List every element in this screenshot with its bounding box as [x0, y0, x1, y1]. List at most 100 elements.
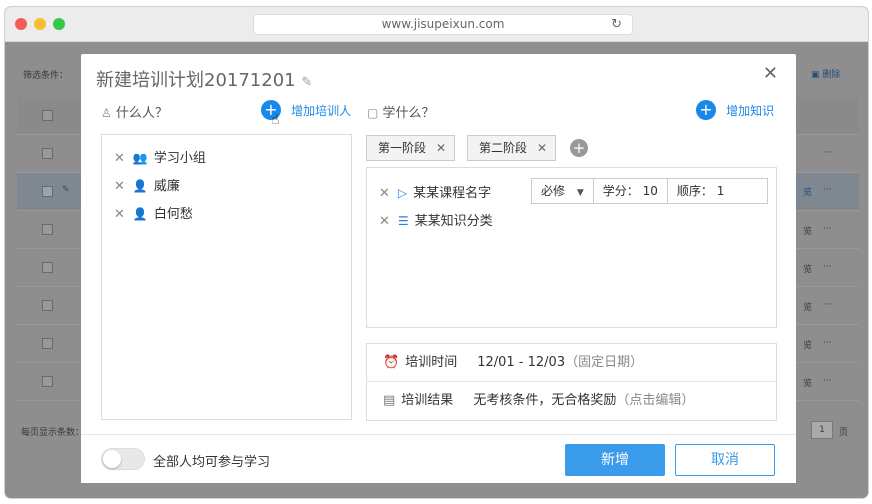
delete-label: 删除 — [822, 70, 841, 80]
delete-link[interactable]: ▣ 删除 — [811, 67, 840, 80]
what-heading-text: 学什么？ — [382, 106, 435, 121]
user-icon: 👤 — [132, 179, 148, 193]
training-result-value: 无考核条件，无合格奖励 — [473, 393, 617, 408]
requirement-value: 必修 — [541, 184, 566, 198]
tab-label: 第一阶段 — [378, 141, 427, 155]
training-result-row[interactable]: ▤ 培训结果 无考核条件，无合格奖励（点击编辑） — [367, 382, 776, 420]
checkbox[interactable] — [42, 224, 53, 235]
row-link[interactable]: 览 — [803, 376, 812, 389]
group-icon: 👥 — [132, 151, 148, 165]
row-more[interactable]: ··· — [823, 338, 832, 348]
list-item: ✕ 👥 学习小组 — [114, 147, 206, 166]
page-unit: 页 — [839, 428, 849, 438]
book-icon: ▢ — [367, 106, 379, 120]
confirm-button[interactable]: 新增 — [565, 444, 665, 476]
row-link[interactable]: 览 — [803, 338, 812, 351]
tab-label: 第二阶段 — [479, 141, 528, 155]
training-time-row[interactable]: ⏰ 培训时间 12/01 - 12/03（固定日期） — [367, 344, 776, 382]
reload-icon[interactable]: ↻ — [611, 15, 622, 34]
row-link[interactable]: 览 — [803, 224, 812, 237]
checkbox[interactable] — [42, 148, 53, 159]
training-result-note: （点击编辑） — [616, 393, 695, 408]
knowledge-name: 某某知识分类 — [414, 214, 493, 229]
browser-titlebar: www.jisupeixun.com ↻ — [5, 7, 868, 42]
add-trainee-button[interactable]: + 增加培训人 ☝ — [261, 100, 352, 128]
url-text: www.jisupeixun.com — [381, 17, 505, 31]
per-page-label: 每页显示条数： — [21, 428, 85, 438]
checkbox[interactable] — [42, 338, 53, 349]
credit-value: 10 — [642, 184, 658, 198]
list-item: ✕ 👤 威廉 — [114, 175, 180, 194]
filter-label: 筛选条件： — [23, 71, 69, 81]
add-knowledge-label: 增加知识 — [726, 103, 775, 118]
checkbox[interactable] — [42, 376, 53, 387]
credit-field[interactable]: 学分： 10 — [594, 179, 668, 203]
printer-icon: ▤ — [383, 393, 396, 408]
checkbox[interactable] — [42, 300, 53, 311]
checkbox[interactable] — [42, 110, 53, 121]
checkbox-checked[interactable] — [42, 186, 53, 197]
remove-icon[interactable]: ✕ — [114, 207, 125, 222]
all-participate-toggle[interactable] — [101, 448, 145, 470]
checkbox[interactable] — [42, 262, 53, 273]
list-item: ✕ 👤 白何愁 — [114, 203, 193, 222]
caret-down-icon: ▼ — [576, 188, 584, 198]
trainee-list-panel: ✕ 👥 学习小组 ✕ 👤 威廉 ✕ 👤 白何愁 — [101, 134, 352, 420]
trainee-name: 学习小组 — [153, 151, 206, 166]
close-icon[interactable]: ✕ — [763, 63, 778, 84]
who-heading-text: 什么人？ — [115, 106, 168, 121]
row-link[interactable]: 览 — [803, 300, 812, 313]
pencil-icon[interactable]: ✎ — [301, 75, 312, 90]
row-link[interactable]: 览 — [803, 185, 812, 198]
minimize-window-dot[interactable] — [34, 18, 46, 30]
row-more[interactable]: ··· — [823, 224, 832, 234]
remove-icon[interactable]: ✕ — [379, 214, 390, 229]
tab-stage-2[interactable]: 第二阶段 ✕ — [467, 135, 557, 161]
row-more[interactable]: ··· — [823, 300, 832, 310]
training-info-panel: ⏰ 培训时间 12/01 - 12/03（固定日期） ▤ 培训结果 无考核条件，无合格奖… — [366, 343, 777, 421]
dialog-title: 新建培训计划20171201 ✎ — [96, 66, 312, 92]
close-window-dot[interactable] — [15, 18, 27, 30]
row-more[interactable]: ··· — [823, 148, 832, 158]
add-trainee-label: 增加培训人 — [291, 103, 352, 118]
close-tab-icon[interactable]: ✕ — [537, 141, 547, 155]
order-label: 顺序： — [676, 184, 713, 198]
row-link[interactable]: 览 — [803, 262, 812, 275]
row-more[interactable]: ··· — [823, 376, 832, 386]
dialog-title-text: 新建培训计划20171201 — [96, 70, 296, 91]
list-item: ✕ ▷ 某某课程名字 — [379, 182, 491, 201]
new-plan-dialog: 新建培训计划20171201 ✎ ✕ ♙ 什么人？ + 增加培训人 ☝ ✕ 👥 学习… — [81, 54, 796, 483]
what-heading: ▢ 学什么？ — [367, 102, 435, 121]
address-bar[interactable]: www.jisupeixun.com ↻ — [253, 14, 633, 35]
knowledge-name: 某某课程名字 — [413, 186, 492, 201]
close-tab-icon[interactable]: ✕ — [436, 141, 446, 155]
order-field[interactable]: 顺序： 1 — [668, 179, 767, 203]
add-knowledge-button[interactable]: + 增加知识 — [696, 100, 774, 120]
list-item: ✕ ☰ 某某知识分类 — [379, 210, 493, 229]
clock-icon: ⏰ — [383, 355, 400, 370]
training-result-label: 培训结果 — [401, 393, 454, 408]
requirement-select[interactable]: 必修 ▼ — [532, 179, 594, 203]
page-number-box[interactable]: 1 — [811, 421, 833, 439]
toggle-knob — [103, 450, 121, 468]
dialog-footer: 全部人均可参与学习 新增 取消 — [81, 434, 796, 483]
trainee-name: 威廉 — [153, 179, 180, 194]
add-stage-button[interactable]: + — [570, 139, 588, 157]
maximize-window-dot[interactable] — [53, 18, 65, 30]
edit-icon[interactable]: ✎ — [62, 185, 70, 195]
person-icon: ♙ — [101, 106, 112, 120]
order-value: 1 — [716, 184, 725, 198]
row-more[interactable]: ··· — [823, 185, 832, 195]
course-settings: 必修 ▼ 学分： 10 顺序： 1 — [531, 178, 768, 204]
hand-cursor-icon: ☝ — [271, 112, 280, 128]
trainee-name: 白何愁 — [153, 207, 193, 222]
credit-label: 学分： — [602, 184, 639, 198]
cancel-button[interactable]: 取消 — [675, 444, 775, 476]
plus-icon: + — [696, 100, 716, 120]
row-more[interactable]: ··· — [823, 262, 832, 272]
remove-icon[interactable]: ✕ — [379, 186, 390, 201]
tab-stage-1[interactable]: 第一阶段 ✕ — [366, 135, 456, 161]
remove-icon[interactable]: ✕ — [114, 151, 125, 166]
remove-icon[interactable]: ✕ — [114, 179, 125, 194]
training-time-label: 培训时间 — [405, 355, 458, 370]
